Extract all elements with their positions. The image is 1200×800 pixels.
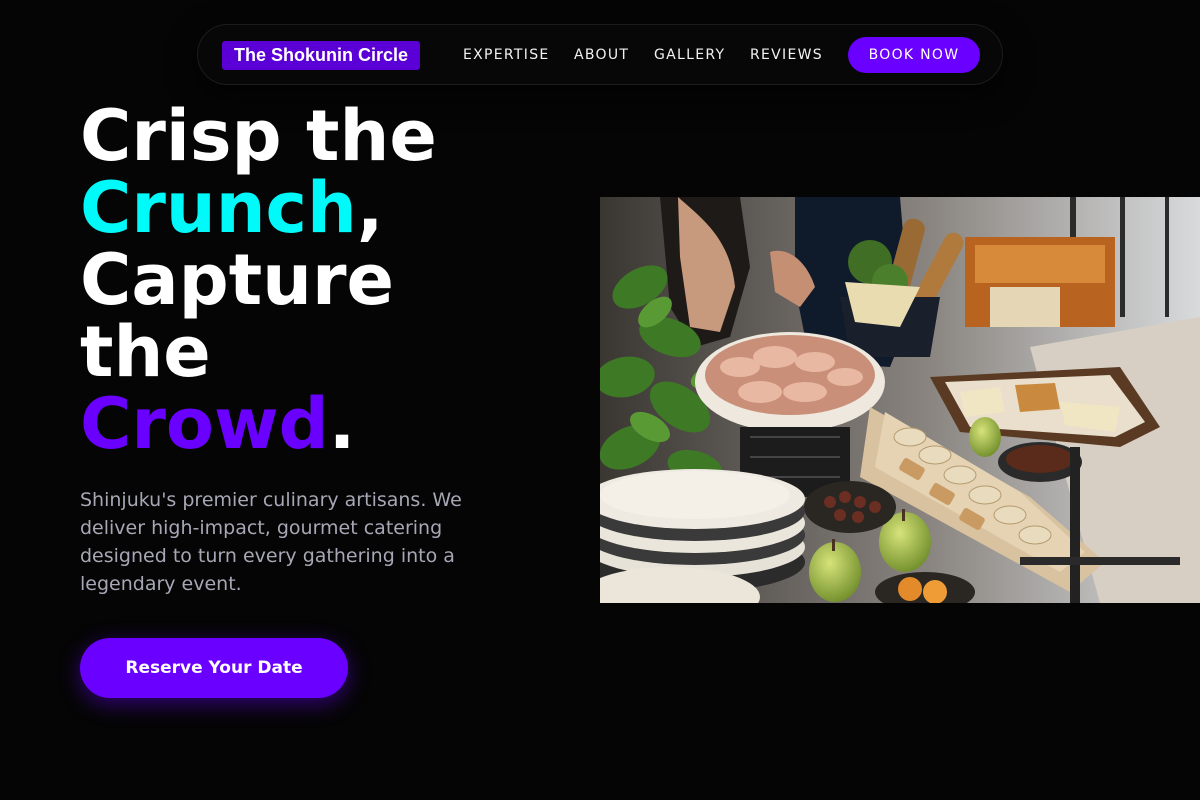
reserve-date-button[interactable]: Reserve Your Date: [80, 638, 348, 698]
top-nav: The Shokunin Circle EXPERTISE ABOUT GALL…: [197, 24, 1003, 85]
headline-period: .: [328, 383, 356, 465]
headline-line-4: the: [80, 311, 211, 393]
headline-line-1: Crisp the: [80, 95, 437, 177]
headline-line-2: Crunch,: [80, 172, 550, 244]
hero-headline: Crisp the Crunch, Capture the Crowd.: [80, 100, 550, 460]
nav-link-reviews[interactable]: REVIEWS: [750, 25, 823, 86]
book-now-button[interactable]: BOOK NOW: [848, 37, 980, 73]
hero-subtitle: Shinjuku's premier culinary artisans. We…: [80, 489, 462, 595]
brand-logo[interactable]: The Shokunin Circle: [222, 41, 421, 70]
headline-accent-crowd: Crowd: [80, 383, 329, 465]
hero-catering-photo: [600, 197, 1200, 603]
headline-comma: ,: [356, 167, 384, 249]
headline-line-3: Capture: [80, 239, 395, 321]
nav-link-expertise[interactable]: EXPERTISE: [463, 25, 550, 86]
nav-link-gallery[interactable]: GALLERY: [654, 25, 725, 86]
headline-accent-crunch: Crunch: [80, 167, 357, 249]
nav-link-about[interactable]: ABOUT: [574, 25, 629, 86]
headline-line-5: Crowd.: [80, 388, 550, 460]
